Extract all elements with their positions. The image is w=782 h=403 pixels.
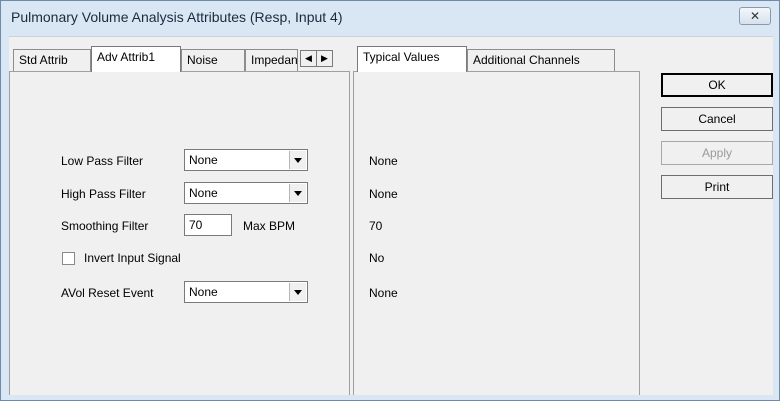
print-button[interactable]: Print — [661, 175, 773, 199]
scroll-left-icon: ◀ — [305, 53, 312, 63]
chevron-down-icon[interactable] — [289, 184, 306, 202]
typical-smoothing-value: 70 — [369, 219, 383, 233]
typical-low-pass-value: None — [369, 154, 398, 168]
tab-scroll-right-button[interactable]: ▶ — [316, 50, 333, 67]
tab-scroll-left-button[interactable]: ◀ — [300, 50, 317, 67]
left-pane-border — [9, 71, 10, 395]
chevron-down-icon[interactable] — [289, 151, 306, 169]
avol-reset-event-value: None — [189, 285, 218, 299]
smoothing-filter-value: 70 — [189, 218, 203, 232]
avol-reset-event-label: AVol Reset Event — [61, 286, 154, 300]
low-pass-filter-label: Low Pass Filter — [61, 154, 144, 168]
right-pane-divider — [639, 71, 640, 395]
title-bar: Pulmonary Volume Analysis Attributes (Re… — [1, 1, 779, 33]
low-pass-filter-select[interactable]: None — [184, 149, 308, 171]
tab-adv-attrib1[interactable]: Adv Attrib1 — [91, 46, 181, 72]
avol-reset-event-select[interactable]: None — [184, 281, 308, 303]
high-pass-filter-label: High Pass Filter — [61, 187, 146, 201]
dialog-window: Pulmonary Volume Analysis Attributes (Re… — [0, 0, 780, 401]
low-pass-filter-value: None — [189, 153, 218, 167]
smoothing-filter-input[interactable]: 70 — [184, 214, 232, 236]
tab-impedance[interactable]: Impedance — [245, 49, 298, 71]
smoothing-filter-unit: Max BPM — [243, 219, 296, 233]
close-button[interactable]: ✕ — [739, 7, 771, 25]
left-pane-divider — [349, 71, 350, 395]
tab-std-attrib[interactable]: Std Attrib — [13, 49, 91, 71]
typical-invert-value: No — [369, 251, 385, 265]
tab-additional-channels[interactable]: Additional Channels — [467, 49, 615, 71]
invert-input-signal-label: Invert Input Signal — [84, 251, 181, 265]
ok-button[interactable]: OK — [661, 73, 773, 97]
tab-typical-values[interactable]: Typical Values — [357, 46, 467, 72]
invert-input-signal-checkbox[interactable] — [62, 252, 75, 265]
typical-avol-reset-value: None — [369, 286, 398, 300]
right-pane-border — [353, 71, 354, 395]
close-icon: ✕ — [749, 9, 761, 23]
typical-high-pass-value: None — [369, 187, 398, 201]
chevron-down-icon[interactable] — [289, 283, 306, 301]
tab-noise[interactable]: Noise — [181, 49, 245, 71]
scroll-right-icon: ▶ — [321, 53, 328, 63]
window-title: Pulmonary Volume Analysis Attributes (Re… — [11, 9, 343, 25]
smoothing-filter-label: Smoothing Filter — [61, 219, 149, 233]
apply-button[interactable]: Apply — [661, 141, 773, 165]
high-pass-filter-select[interactable]: None — [184, 182, 308, 204]
dialog-client-area: Std Attrib Adv Attrib1 Noise Impedance ◀… — [9, 36, 773, 395]
cancel-button[interactable]: Cancel — [661, 107, 773, 131]
high-pass-filter-value: None — [189, 186, 218, 200]
